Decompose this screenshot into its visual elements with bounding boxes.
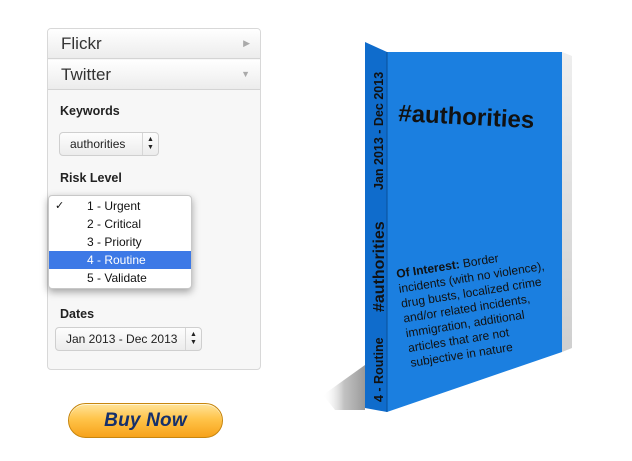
accordion-twitter-label: Twitter xyxy=(61,65,112,84)
keywords-select-value: authorities xyxy=(70,137,126,151)
keywords-label: Keywords xyxy=(60,104,120,118)
spine-title-text: #authorities xyxy=(371,221,388,312)
risk-option-label: 4 - Routine xyxy=(87,253,146,267)
risk-option-label: 5 - Validate xyxy=(87,271,147,285)
book-illustration: Jan 2013 - Dec 2013 #authorities 4 - Rou… xyxy=(323,42,572,412)
checkmark-icon: ✓ xyxy=(55,200,65,212)
dates-select[interactable]: Jan 2013 - Dec 2013 ▲ ▼ xyxy=(55,327,202,351)
accordion-flickr[interactable]: Flickr ▶ xyxy=(48,29,260,59)
accordion-flickr-label: Flickr xyxy=(61,34,102,53)
risk-level-dropdown[interactable]: ✓ 1 - Urgent 2 - Critical 3 - Priority 4… xyxy=(48,195,192,289)
risk-level-label: Risk Level xyxy=(60,171,122,185)
risk-option-critical[interactable]: 2 - Critical xyxy=(49,215,191,233)
select-arrows-icon: ▲ ▼ xyxy=(185,328,201,350)
book-shadow xyxy=(323,365,365,410)
dates-label: Dates xyxy=(60,307,95,321)
chevron-down-icon: ▼ xyxy=(241,69,250,79)
dates-select-value: Jan 2013 - Dec 2013 xyxy=(66,332,178,346)
risk-option-label: 3 - Priority xyxy=(87,235,142,249)
spine-date-text: Jan 2013 - Dec 2013 xyxy=(372,72,386,190)
book-mockup: Jan 2013 - Dec 2013 #authorities 4 - Rou… xyxy=(315,40,615,440)
risk-option-urgent[interactable]: ✓ 1 - Urgent xyxy=(49,197,191,215)
risk-option-routine[interactable]: 4 - Routine xyxy=(49,251,191,269)
keywords-select[interactable]: authorities ▲ ▼ xyxy=(59,132,159,156)
select-arrows-icon: ▲ ▼ xyxy=(142,133,158,155)
risk-option-label: 2 - Critical xyxy=(87,217,142,231)
chevron-right-icon: ▶ xyxy=(243,38,250,48)
spine-risk-text: 4 - Routine xyxy=(372,337,386,402)
book-pages xyxy=(562,52,572,352)
buy-now-button[interactable]: Buy Now xyxy=(68,403,223,438)
accordion-twitter[interactable]: Twitter ▼ xyxy=(48,60,260,90)
risk-option-priority[interactable]: 3 - Priority xyxy=(49,233,191,251)
risk-option-label: 1 - Urgent xyxy=(87,199,141,213)
risk-option-validate[interactable]: 5 - Validate xyxy=(49,269,191,287)
